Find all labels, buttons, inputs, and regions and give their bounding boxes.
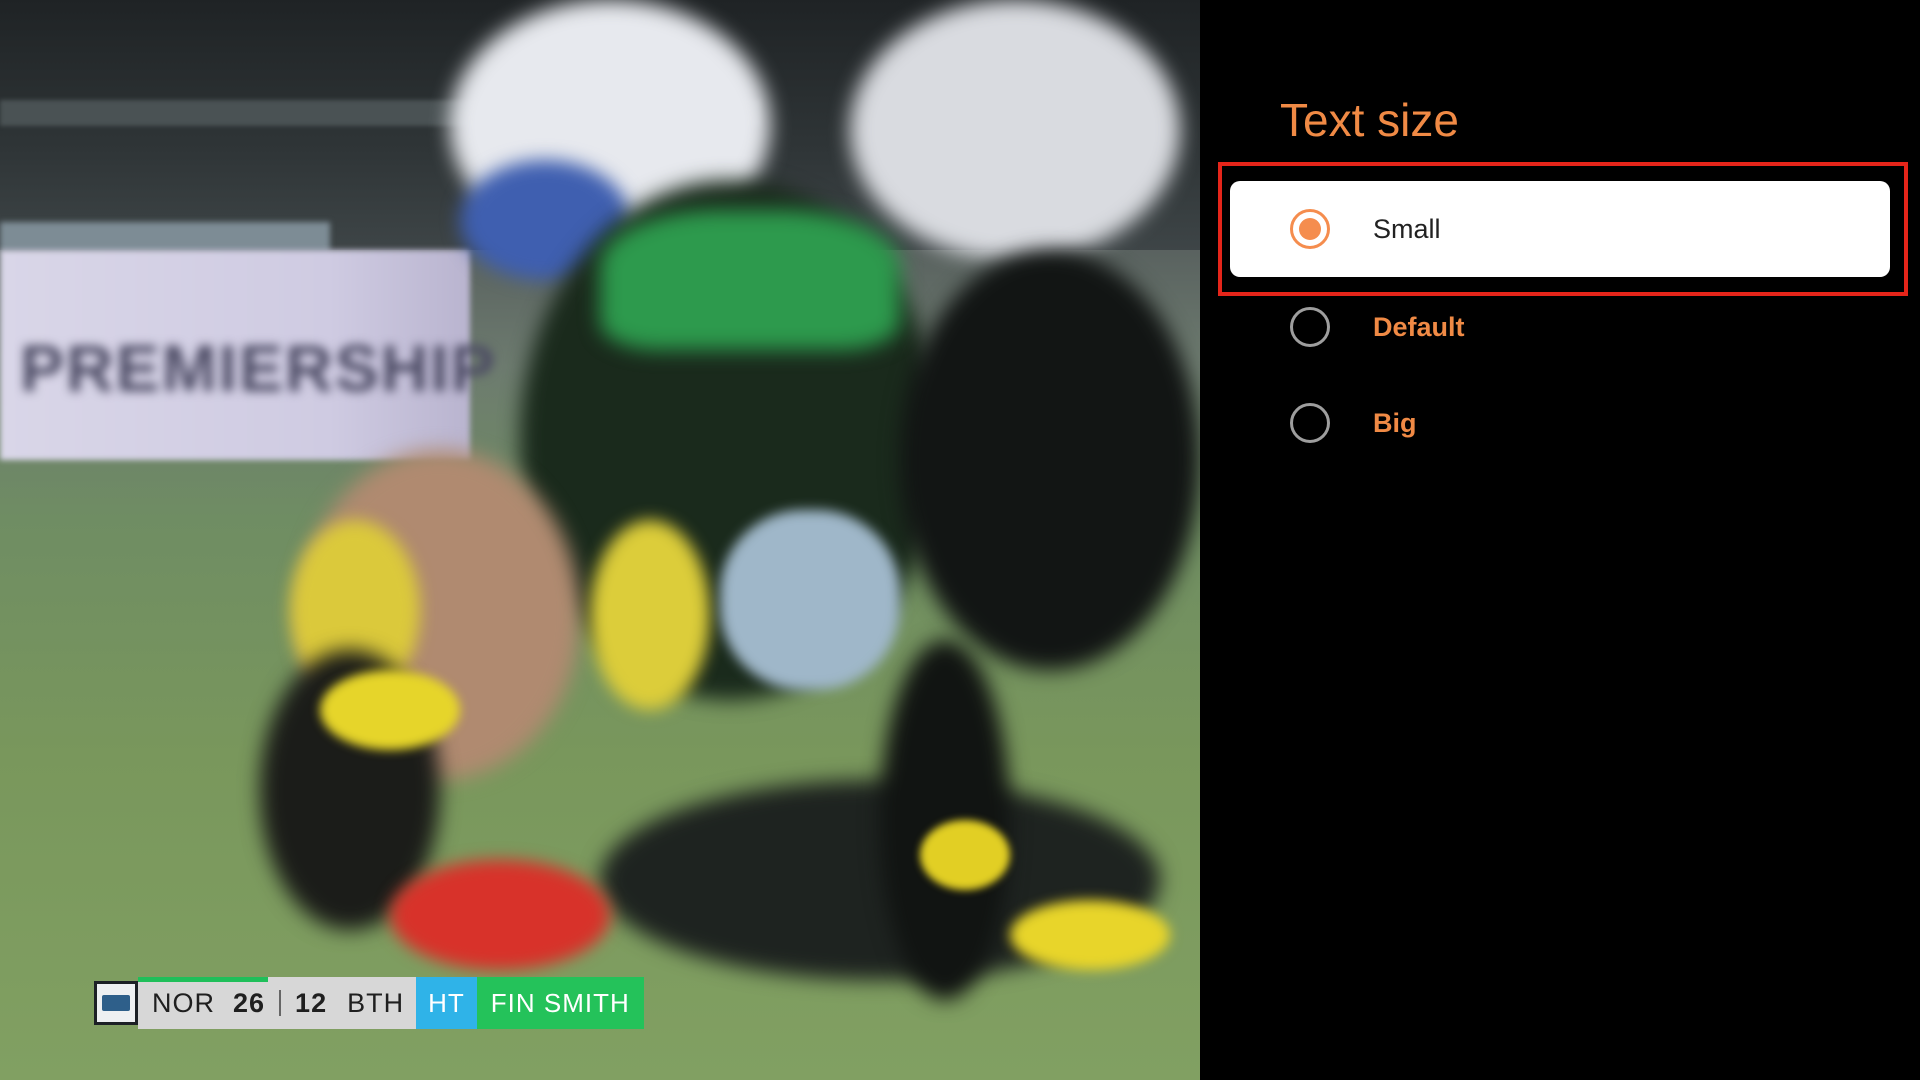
player-boot xyxy=(390,860,610,970)
league-logo-icon xyxy=(94,981,138,1025)
radio-unselected-icon xyxy=(1290,307,1330,347)
player-shape xyxy=(880,640,1010,1000)
away-team: BTH xyxy=(347,987,405,1018)
player-shape xyxy=(320,670,460,750)
panel-title: Text size xyxy=(1280,94,1459,146)
option-small[interactable]: Small xyxy=(1230,181,1890,277)
video-frame: PREMIERSHIP NOR 26 12 BTH HT FIN SMITH xyxy=(0,0,1200,1080)
away-score: 12 xyxy=(295,987,328,1018)
option-default[interactable]: Default xyxy=(1230,279,1890,375)
possession-bar xyxy=(138,977,268,982)
score-divider xyxy=(279,990,282,1016)
player-shape xyxy=(600,210,900,350)
option-label: Default xyxy=(1373,311,1465,342)
player-shape xyxy=(850,0,1180,260)
radio-selected-icon xyxy=(1290,209,1330,249)
scoreboard: NOR 26 12 BTH HT FIN SMITH xyxy=(94,977,644,1029)
score-panel: NOR 26 12 BTH xyxy=(138,977,417,1029)
text-size-panel: Text size Small Default Big xyxy=(1200,0,1920,1080)
option-big[interactable]: Big xyxy=(1230,375,1890,471)
rugby-ball xyxy=(720,510,900,690)
match-period: HT xyxy=(416,977,477,1029)
home-score: 26 xyxy=(233,987,266,1018)
ad-stripe xyxy=(0,222,330,252)
player-shape xyxy=(1010,900,1170,970)
player-shape xyxy=(920,820,1010,890)
player-caption: FIN SMITH xyxy=(476,977,644,1029)
player-shape xyxy=(900,250,1200,670)
player-shape xyxy=(590,520,710,710)
radio-unselected-icon xyxy=(1290,403,1330,443)
option-label: Big xyxy=(1373,407,1417,438)
advertising-board-text: PREMIERSHIP xyxy=(20,331,497,405)
home-team: NOR xyxy=(152,987,215,1018)
option-label: Small xyxy=(1373,213,1441,244)
